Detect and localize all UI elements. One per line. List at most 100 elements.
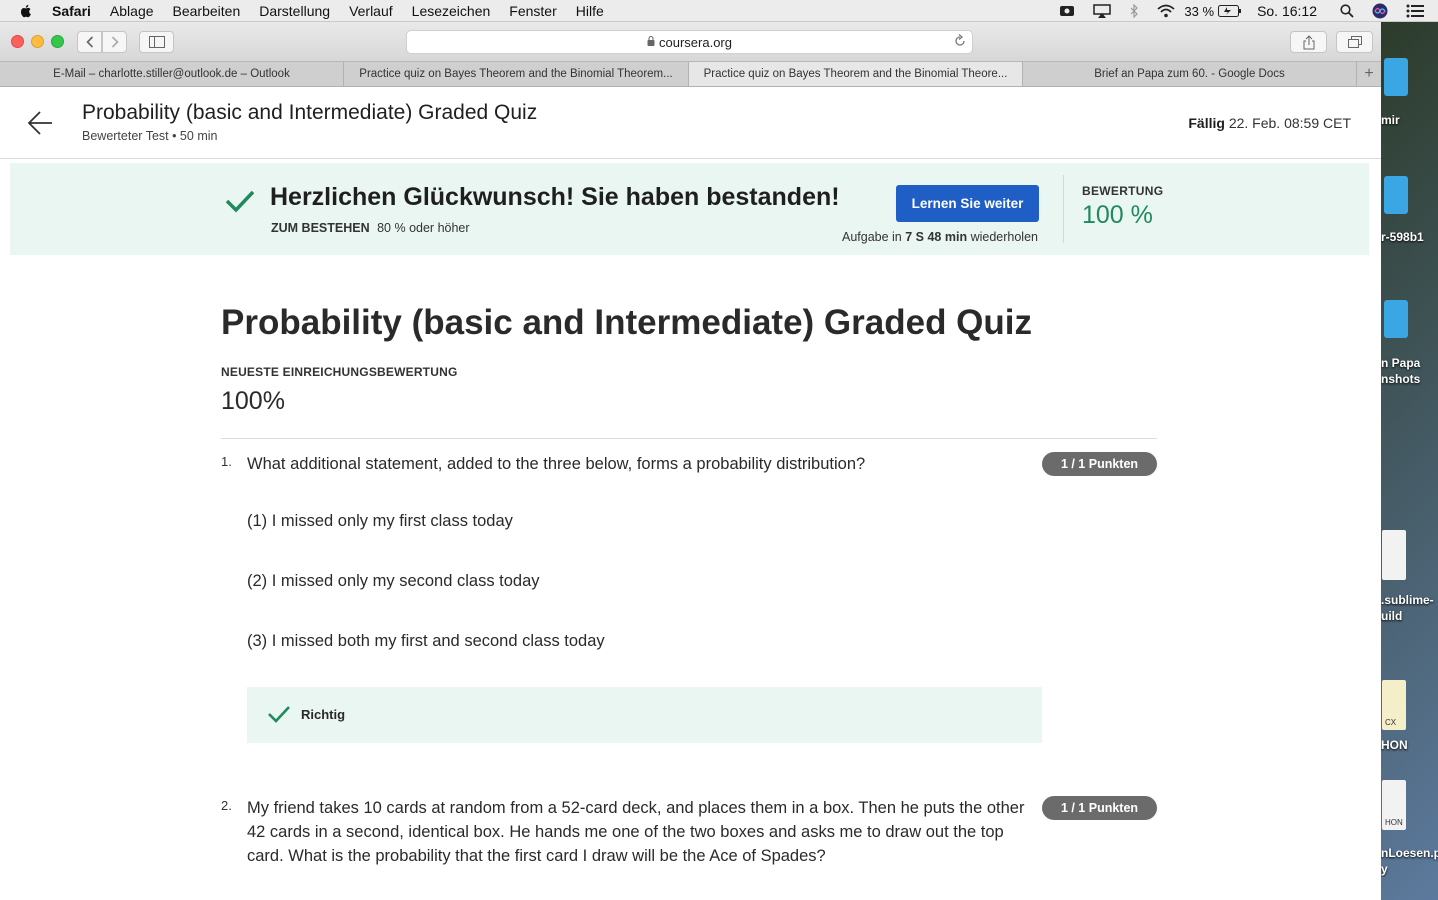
retry-prefix: Aufgabe in (841, 230, 902, 244)
question-option: (2) I missed only my second class today (247, 572, 540, 590)
tab-practice-quiz-2[interactable]: Practice quiz on Bayes Theorem and the B… (689, 62, 1023, 86)
feedback-label: Richtig (301, 707, 346, 722)
question-number: 1. (221, 454, 232, 469)
battery-percent: 33 % (1184, 3, 1215, 19)
quiz-content: Probability (basic and Intermediate) Gra… (221, 303, 1157, 439)
grade-value: 100 % (1082, 201, 1153, 229)
quiz-title: Probability (basic and Intermediate) Gra… (221, 303, 1032, 342)
page-header: Probability (basic and Intermediate) Gra… (0, 87, 1381, 159)
desktop-label[interactable]: HON (1381, 738, 1438, 753)
desktop-folder-icon[interactable] (1384, 176, 1408, 214)
tabs-icon (1347, 36, 1362, 48)
menu-bar-status: 33 % So. 16:12 (1050, 0, 1438, 22)
url-text: coursera.org (659, 34, 732, 50)
forward-button[interactable] (102, 31, 127, 53)
question-option: (3) I missed both my first and second cl… (247, 632, 605, 650)
share-icon (1303, 34, 1314, 49)
question-number: 2. (221, 798, 232, 813)
latest-submission-label: NEUESTE EINREICHUNGSBEWERTUNG (221, 365, 458, 379)
tab-label: Practice quiz on Bayes Theorem and the B… (359, 68, 673, 80)
continue-learning-button[interactable]: Lernen Sie weiter (896, 185, 1039, 222)
points-badge: 1 / 1 Punkten (1042, 796, 1157, 820)
bluetooth-icon[interactable] (1129, 4, 1139, 18)
desktop-label[interactable]: n Papa (1381, 356, 1438, 371)
web-page: Probability (basic and Intermediate) Gra… (0, 87, 1381, 900)
passing-requirement: ZUM BESTEHEN 80 % oder höher (271, 221, 470, 235)
spotlight-search-icon[interactable] (1340, 4, 1354, 18)
desktop-label[interactable]: .sublime- (1381, 593, 1438, 608)
tab-label: Practice quiz on Bayes Theorem and the B… (703, 68, 1008, 80)
pass-label: ZUM BESTEHEN (271, 221, 370, 235)
back-button[interactable] (77, 31, 102, 53)
question-text: What additional statement, added to the … (247, 455, 866, 473)
browser-toolbar: coursera.org (0, 22, 1381, 62)
tab-overview-button[interactable] (1336, 31, 1373, 53)
menu-bearbeiten[interactable]: Bearbeiten (173, 3, 241, 19)
back-arrow-icon[interactable] (26, 109, 54, 137)
siri-icon[interactable] (1372, 3, 1388, 19)
desktop-label[interactable]: nshots (1381, 372, 1438, 387)
tab-practice-quiz-1[interactable]: Practice quiz on Bayes Theorem and the B… (344, 62, 689, 86)
desktop-file-icon[interactable] (1382, 530, 1406, 580)
sidebar-toggle-button[interactable] (139, 31, 174, 53)
banner-divider (1063, 175, 1064, 243)
menu-fenster[interactable]: Fenster (509, 3, 556, 19)
desktop-folder-icon[interactable] (1384, 300, 1408, 338)
pass-banner: Herzlichen Glückwunsch! Sie haben bestan… (10, 163, 1369, 255)
lock-icon (647, 35, 655, 49)
tab-outlook[interactable]: E-Mail – charlotte.stiller@outlook.de – … (0, 62, 344, 86)
desktop-file-icon[interactable]: HON (1382, 780, 1406, 830)
desktop-label[interactable]: mir (1381, 113, 1438, 128)
address-bar[interactable]: coursera.org (406, 30, 973, 54)
desktop-icon-text: CX (1385, 718, 1397, 727)
menu-hilfe[interactable]: Hilfe (576, 3, 604, 19)
menu-ablage[interactable]: Ablage (110, 3, 154, 19)
new-tab-button[interactable]: + (1357, 62, 1381, 86)
retry-suffix: wiederholen (970, 230, 1038, 244)
battery-icon[interactable] (1218, 5, 1242, 17)
zoom-window-button[interactable] (51, 35, 64, 48)
menu-verlauf[interactable]: Verlauf (349, 3, 393, 19)
menu-bar: Safari Ablage Bearbeiten Darstellung Ver… (0, 0, 1438, 22)
question-1: 1. What additional statement, added to t… (221, 452, 1157, 752)
page-title: Probability (basic and Intermediate) Gra… (82, 101, 538, 124)
question-option: (1) I missed only my first class today (247, 512, 513, 530)
notification-center-icon[interactable] (1406, 4, 1424, 18)
airplay-icon[interactable] (1093, 4, 1112, 18)
section-divider (221, 438, 1157, 439)
close-window-button[interactable] (11, 35, 24, 48)
menu-safari[interactable]: Safari (52, 3, 91, 19)
facetime-camera-icon[interactable] (1059, 4, 1075, 18)
pass-value: 80 % oder höher (377, 221, 470, 235)
checkmark-icon (268, 706, 290, 723)
points-badge: 1 / 1 Punkten (1042, 452, 1157, 476)
desktop-label[interactable]: y (1381, 862, 1438, 877)
due-label: Fällig (1188, 115, 1225, 131)
apple-icon[interactable] (18, 3, 34, 19)
tab-label: Brief an Papa zum 60. - Google Docs (1094, 68, 1285, 80)
safari-window: coursera.org E-Mail – charlotte.stiller@… (0, 22, 1381, 900)
wifi-icon[interactable] (1157, 4, 1176, 18)
share-button[interactable] (1290, 31, 1327, 53)
desktop-label[interactable]: r-598b1 (1381, 230, 1438, 245)
desktop-folder-icon[interactable] (1384, 58, 1408, 96)
desktop-file-icon[interactable]: CX (1382, 680, 1406, 730)
minimize-window-button[interactable] (31, 35, 44, 48)
tab-google-docs[interactable]: Brief an Papa zum 60. - Google Docs (1023, 62, 1357, 86)
menu-darstellung[interactable]: Darstellung (259, 3, 330, 19)
retry-time: 7 S 48 min (905, 230, 968, 244)
tab-bar: E-Mail – charlotte.stiller@outlook.de – … (0, 62, 1381, 87)
clock[interactable]: So. 16:12 (1257, 3, 1317, 19)
chevron-left-icon (85, 36, 93, 48)
question-2: 2. My friend takes 10 cards at random fr… (221, 796, 1157, 900)
retry-info: Aufgabe in 7 S 48 min wiederholen (842, 230, 1038, 244)
chevron-right-icon (111, 36, 119, 48)
desktop-label[interactable]: nLoesen.p (1381, 846, 1438, 861)
reload-icon[interactable] (954, 34, 966, 50)
page-subtitle: Bewerteter Test • 50 min (82, 129, 218, 143)
tab-label: E-Mail – charlotte.stiller@outlook.de – … (53, 68, 290, 80)
desktop-label[interactable]: uild (1381, 609, 1438, 624)
due-value: 22. Feb. 08:59 CET (1228, 115, 1351, 131)
banner-title: Herzlichen Glückwunsch! Sie haben bestan… (270, 183, 840, 211)
menu-lesezeichen[interactable]: Lesezeichen (412, 3, 491, 19)
